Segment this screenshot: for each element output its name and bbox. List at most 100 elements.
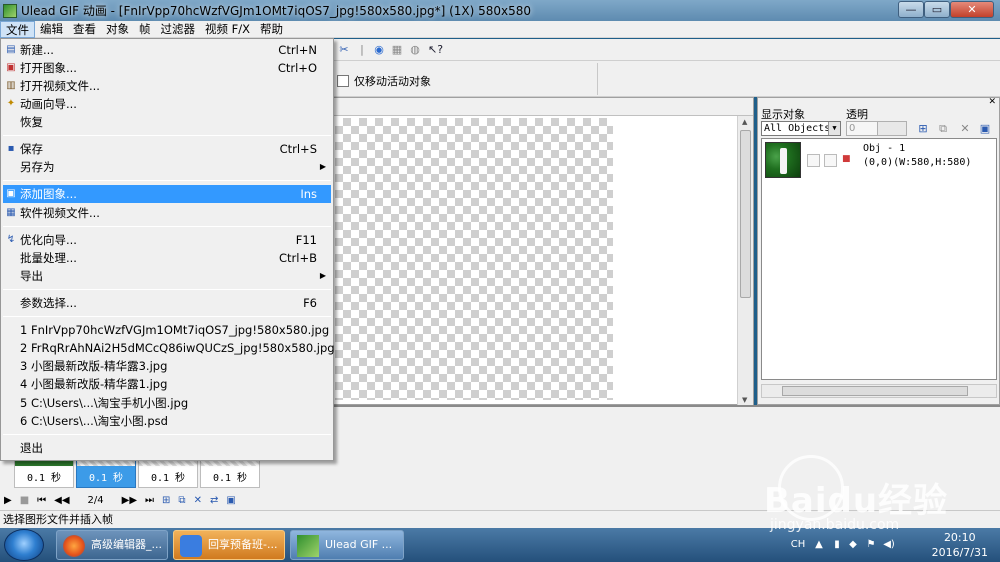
menu-item-batch-process[interactable]: 批量处理... Ctrl+B [3, 249, 331, 267]
scroll-thumb[interactable] [740, 130, 751, 298]
menu-file[interactable]: 文件 [0, 20, 35, 38]
canvas-vertical-scrollbar[interactable]: ▲ ▼ [737, 116, 753, 406]
menu-item-shortcut: Ctrl+O [277, 61, 317, 75]
duplicate-frame-icon[interactable]: ⧉ [178, 495, 185, 506]
menu-item-recent-file-2[interactable]: 2 FrRqRrAhNAi2H5dMCcQ86iwQUCzS_jpg!580x5… [3, 339, 335, 357]
menu-item-recent-file-3[interactable]: 3 小图最新改版-精华露3.jpg [3, 357, 331, 375]
object-manager-panel: ✕ 显示对象 透明 All Objects ▼ 0 ⊞ ⧉ ✕ ▣ ■ Obj … [757, 97, 1000, 405]
menu-item-recent-file-6[interactable]: 6 C:\Users\...\淘宝小图.psd [3, 412, 331, 430]
flag-icon[interactable]: ⚑ [864, 539, 878, 551]
frame-properties-icon[interactable]: ▣ [226, 495, 235, 506]
start-button[interactable] [4, 529, 44, 561]
menu-frame[interactable]: 帧 [134, 21, 156, 38]
show-objects-select[interactable]: All Objects ▼ [761, 121, 841, 136]
object-properties-icon[interactable]: ▣ [978, 122, 992, 136]
bottle-image [780, 148, 787, 174]
new-object-icon[interactable]: ⊞ [916, 122, 930, 136]
close-button[interactable]: ✕ [950, 1, 994, 18]
export-icon[interactable]: ◉ [372, 43, 386, 57]
menu-view[interactable]: 查看 [68, 21, 101, 38]
object-lock-toggle[interactable] [824, 154, 837, 167]
baidu-watermark: Baidu经验 jingyan.baidu.com [760, 455, 1000, 535]
last-frame-icon[interactable]: ⏭ [145, 495, 154, 506]
tray-expand-icon[interactable]: ▲ [812, 539, 826, 551]
menu-item-animation-wizard[interactable]: ✦ 动画向导... [3, 95, 331, 113]
menu-separator [3, 135, 331, 136]
network-icon[interactable]: ▮ [830, 539, 844, 551]
menu-item-label: 优化向导... [20, 233, 77, 247]
menu-item-open-image[interactable]: ▣ 打开图象... Ctrl+O [3, 59, 331, 77]
menu-video-fx[interactable]: 视频 F/X [200, 21, 255, 38]
cut-icon[interactable]: ✂ [337, 43, 351, 57]
volume-icon[interactable]: ◀) [882, 539, 896, 551]
menu-item-export[interactable]: 导出 ▶ [3, 267, 331, 285]
new-file-icon: ▤ [6, 44, 16, 55]
menu-item-label: 2 FrRqRrAhNAi2H5dMCcQ86iwQUCzS_jpg!580x5… [20, 341, 335, 355]
add-frame-icon[interactable]: ⊞ [162, 495, 170, 506]
minimize-button[interactable]: — [898, 1, 924, 18]
menu-item-optimize-wizard[interactable]: ↯ 优化向导... F11 [3, 231, 331, 249]
menu-edit[interactable]: 编辑 [35, 21, 68, 38]
opacity-input[interactable]: 0 [846, 121, 880, 136]
panel-close-icon[interactable]: ✕ [988, 97, 996, 107]
maximize-button[interactable]: ▭ [924, 1, 950, 18]
opacity-label: 透明 [846, 108, 868, 121]
image-canvas[interactable] [335, 118, 613, 400]
menu-help[interactable]: 帮助 [255, 21, 288, 38]
scroll-up-arrow-icon[interactable]: ▲ [742, 118, 747, 126]
menu-object[interactable]: 对象 [101, 21, 134, 38]
menu-item-exit[interactable]: 退出 [3, 439, 331, 457]
menu-item-label: 打开图象... [20, 61, 77, 75]
object-thumbnail[interactable] [765, 142, 801, 178]
app-icon[interactable] [3, 3, 17, 18]
open-video-icon: ▥ [6, 80, 16, 91]
scroll-down-arrow-icon[interactable]: ▼ [742, 396, 747, 404]
menu-item-save-as[interactable]: 另存为 ▶ [3, 158, 331, 176]
menu-item-revert[interactable]: 恢复 [3, 113, 331, 131]
move-active-only-option[interactable]: 仅移动活动对象 [337, 73, 431, 89]
taskbar-item-game[interactable]: 回享预备班-... [173, 530, 285, 560]
move-active-only-label: 仅移动活动对象 [354, 75, 431, 88]
taskbar-item-firefox[interactable]: 高级编辑器_... [56, 530, 168, 560]
stop-icon[interactable]: ■ [20, 495, 29, 506]
taskbar-item-label: 高级编辑器_... [91, 538, 162, 551]
preview-icon[interactable]: ▦ [390, 43, 404, 57]
menu-item-save[interactable]: ▪ 保存 Ctrl+S [3, 140, 331, 158]
scroll-thumb[interactable] [782, 386, 968, 396]
previous-frame-icon[interactable]: ◀◀ [54, 495, 69, 506]
chevron-down-icon[interactable]: ▼ [828, 122, 840, 135]
help-pointer-icon[interactable]: ↖? [428, 43, 443, 57]
menu-separator [3, 316, 331, 317]
next-frame-icon[interactable]: ▶▶ [122, 495, 137, 506]
duplicate-object-icon[interactable]: ⧉ [936, 122, 950, 136]
tray-app-icon[interactable]: ◆ [846, 539, 860, 551]
menu-item-open-video[interactable]: ▥ 打开视频文件... [3, 77, 331, 95]
play-icon[interactable]: ▶ [4, 495, 12, 506]
submenu-arrow-icon: ▶ [319, 271, 326, 280]
menu-item-label: 批量处理... [20, 251, 77, 265]
opacity-spinner[interactable] [877, 121, 907, 136]
menu-filter[interactable]: 过滤器 [156, 21, 201, 38]
object-list-horizontal-scrollbar[interactable] [761, 384, 997, 398]
ime-indicator[interactable]: CH [790, 539, 806, 551]
delete-object-icon[interactable]: ✕ [958, 122, 972, 136]
reverse-frames-icon[interactable]: ⇄ [210, 495, 218, 506]
menu-item-recent-file-4[interactable]: 4 小图最新改版-精华露1.jpg [3, 375, 331, 393]
firefox-icon [63, 535, 85, 557]
menu-item-preferences[interactable]: 参数选择... F6 [3, 294, 331, 312]
menu-item-video-file[interactable]: ▦ 软件视频文件... [3, 204, 331, 222]
taskbar-item-ulead[interactable]: Ulead GIF ... [290, 530, 404, 560]
title-bar: Ulead GIF 动画 - [FnIrVpp70hcWzfVGJm1OMt7i… [0, 0, 1000, 21]
move-active-only-checkbox[interactable] [337, 75, 349, 87]
menu-item-new[interactable]: ▤ 新建... Ctrl+N [3, 41, 331, 59]
object-visibility-toggle[interactable] [807, 154, 820, 167]
ulead-gif-icon [297, 535, 319, 557]
browser-preview-icon[interactable]: ◍ [408, 43, 422, 57]
menu-item-shortcut: Ctrl+B [279, 251, 317, 265]
first-frame-icon[interactable]: ⏮ [37, 495, 46, 506]
menu-item-recent-file-1[interactable]: 1 FnIrVpp70hcWzfVGJm1OMt7iqOS7_jpg!580x5… [3, 321, 331, 339]
menu-item-shortcut: F6 [303, 296, 317, 310]
menu-item-add-image[interactable]: ▣ 添加图象... Ins [3, 185, 331, 203]
menu-item-recent-file-5[interactable]: 5 C:\Users\...\淘宝手机小图.jpg [3, 394, 331, 412]
delete-frame-icon[interactable]: ✕ [194, 495, 202, 506]
